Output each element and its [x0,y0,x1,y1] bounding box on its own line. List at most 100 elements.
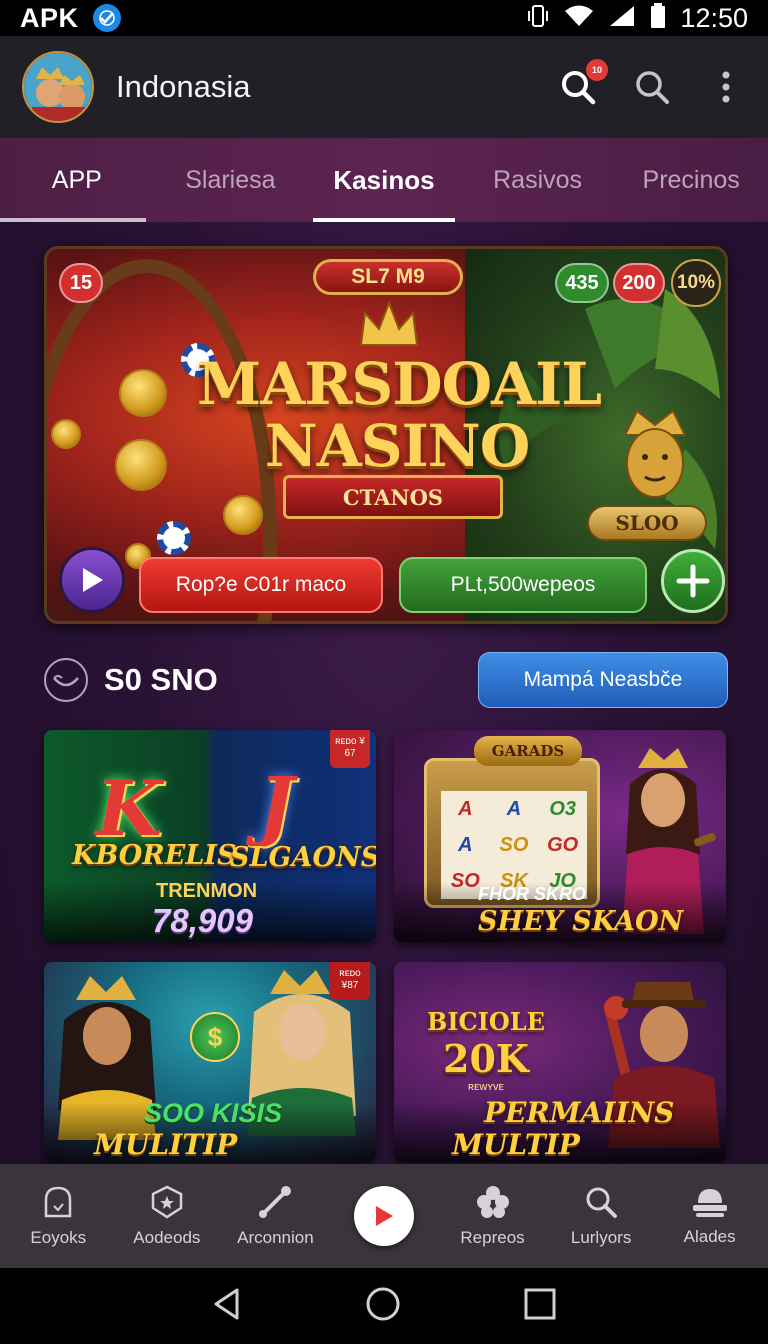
banner-title: MARSDOAIL NASINO [197,350,602,477]
coin-icon [115,439,167,491]
play-icon [375,1206,393,1226]
avatar[interactable] [22,51,94,123]
notification-badge: 10 [586,59,608,81]
tab-label: Rasivos [493,165,583,194]
card-title: SHEY SKAON [478,906,684,937]
section-action-button[interactable]: Mampá Neasbče [478,652,728,708]
plus-icon [676,564,710,598]
back-triangle-icon [214,1288,239,1319]
tab-rasivos[interactable]: Rasivos [461,138,615,222]
poker-chip-icon [157,521,191,555]
nav-aodeods[interactable]: Aodeods [115,1166,219,1266]
tab-precinos[interactable]: Precinos [614,138,768,222]
app-notification-icon [92,4,121,32]
banner-play-button[interactable] [59,547,125,613]
carrier-label: APK [20,2,79,33]
coin-icon [51,419,81,449]
clock: 12:50 [680,2,748,33]
system-nav-bar [0,1268,768,1344]
nav-label: Repreos [460,1228,525,1247]
nav-lurlyors[interactable]: Lurlyors [549,1166,653,1266]
status-bar: APK 12:50 [0,0,768,36]
nav-label: Arconnion [237,1228,314,1247]
j-logo-icon: J [258,760,294,849]
card-label: FHOR SKRO [478,884,586,904]
nav-repreos[interactable]: Repreos [441,1166,545,1266]
tab-underline [313,218,455,222]
reel-symbol: A [458,797,473,820]
nav-eoyoks[interactable]: Eoyoks [6,1166,110,1266]
jackpot-emblem: BICIOLE 20K ʀᴇᴡʏᴠᴇ [427,1000,545,1100]
game-card[interactable]: ʀᴇᴅᴏ ¥ 67 K J KBORELIS SLGAONS TRENMON 7… [44,730,376,942]
banner-title-line1: MARSDOAIL [197,350,602,418]
status-left: APK [20,3,121,34]
banner-ribbon: CTANOS [283,475,503,519]
battery-icon [650,2,666,34]
dollar-coin-icon: $ [190,1012,240,1062]
reel-symbol: A [458,833,473,856]
tab-slariesa[interactable]: Slariesa [154,138,308,222]
tab-bar: APP Slariesa Kasinos Rasivos Precinos [0,138,768,222]
tab-label: APP [51,165,102,194]
signal-icon [608,4,636,33]
flower-icon [476,1186,509,1218]
recents-square-icon [524,1288,556,1319]
vibrate-icon [526,3,550,34]
search-button[interactable] [632,67,672,107]
featured-banner[interactable]: SL7 M9 15 435 200 10% MARSDOAIL NASINO C… [44,246,728,624]
golden-mascot-icon [607,405,703,514]
game-card[interactable]: ʀᴇᴅᴏ ¥87 $ SOO KISIS MULITIP BAIGANT [44,962,376,1162]
bell-outline-icon [45,1186,72,1218]
more-vertical-icon [722,71,730,103]
badge-count: 15 [59,263,103,303]
badge-red: 200 [613,263,665,303]
search-icon [636,71,669,104]
search-notify-button[interactable]: 10 [558,59,608,107]
wifi-icon [564,4,594,33]
tab-app[interactable]: APP [0,138,154,222]
slot-title: GARADS [474,736,582,766]
reel-symbol: GO [547,833,579,856]
smile-icon [44,658,88,702]
banner-green-button[interactable]: PLt,500wepeos [399,557,647,613]
nav-label: Lurlyors [570,1228,632,1247]
nav-label: Aodeods [133,1228,201,1247]
banner-add-button[interactable] [661,549,725,613]
reel-symbol: SO [499,833,529,856]
more-menu-button[interactable] [706,67,746,107]
badge-star-icon [151,1185,183,1219]
banner-red-button[interactable]: Rop?e C01r maco [139,557,383,613]
coin-icon [223,495,263,535]
game-card[interactable]: BICIOLE 20K ʀᴇᴡʏᴠᴇ PERMAIINS MULTIP BAII… [394,962,726,1162]
card-logo-right: SLGAONS [230,842,376,873]
card-logo-left: KBORELIS [72,840,237,871]
back-button[interactable] [211,1287,243,1326]
center-play-button[interactable] [353,1186,414,1246]
reel-symbol: O3 [549,797,576,820]
banner-top-tag: SL7 M9 [313,259,463,295]
app-header: Indonasia 10 [0,36,768,138]
status-right: 12:50 [526,2,748,34]
emblem-line3: ʀᴇᴡʏᴠᴇ [468,1081,504,1093]
tab-label: Slariesa [185,165,276,194]
tab-underline [0,218,146,222]
play-icon [83,568,103,592]
nav-arconnion[interactable]: Arconnion [223,1166,327,1266]
card-title: MULITIP BAIGANT [94,1128,245,1162]
card-subtitle: PERMAIINS [484,1096,675,1129]
nav-play[interactable] [332,1166,436,1266]
mascot-label: SLOO [587,505,707,541]
badge-percent: 10% [671,259,721,307]
tab-label: Kasinos [333,164,435,195]
page-title: Indonasia [116,69,251,104]
nav-alades[interactable]: Alades [658,1166,762,1266]
tab-label: Precinos [642,165,740,194]
header-actions: 10 [558,59,746,107]
game-card[interactable]: A A O3 A SO GO SO SK JO GARADS FHOR SKRO [394,730,726,942]
home-button[interactable] [365,1286,401,1327]
nav-label: Alades [683,1227,736,1246]
recents-button[interactable] [523,1287,557,1326]
tab-kasinos[interactable]: Kasinos [307,138,461,222]
section-title: S0 SNO [104,662,218,697]
card-title: MULTIP BAIIKER [452,1128,593,1162]
